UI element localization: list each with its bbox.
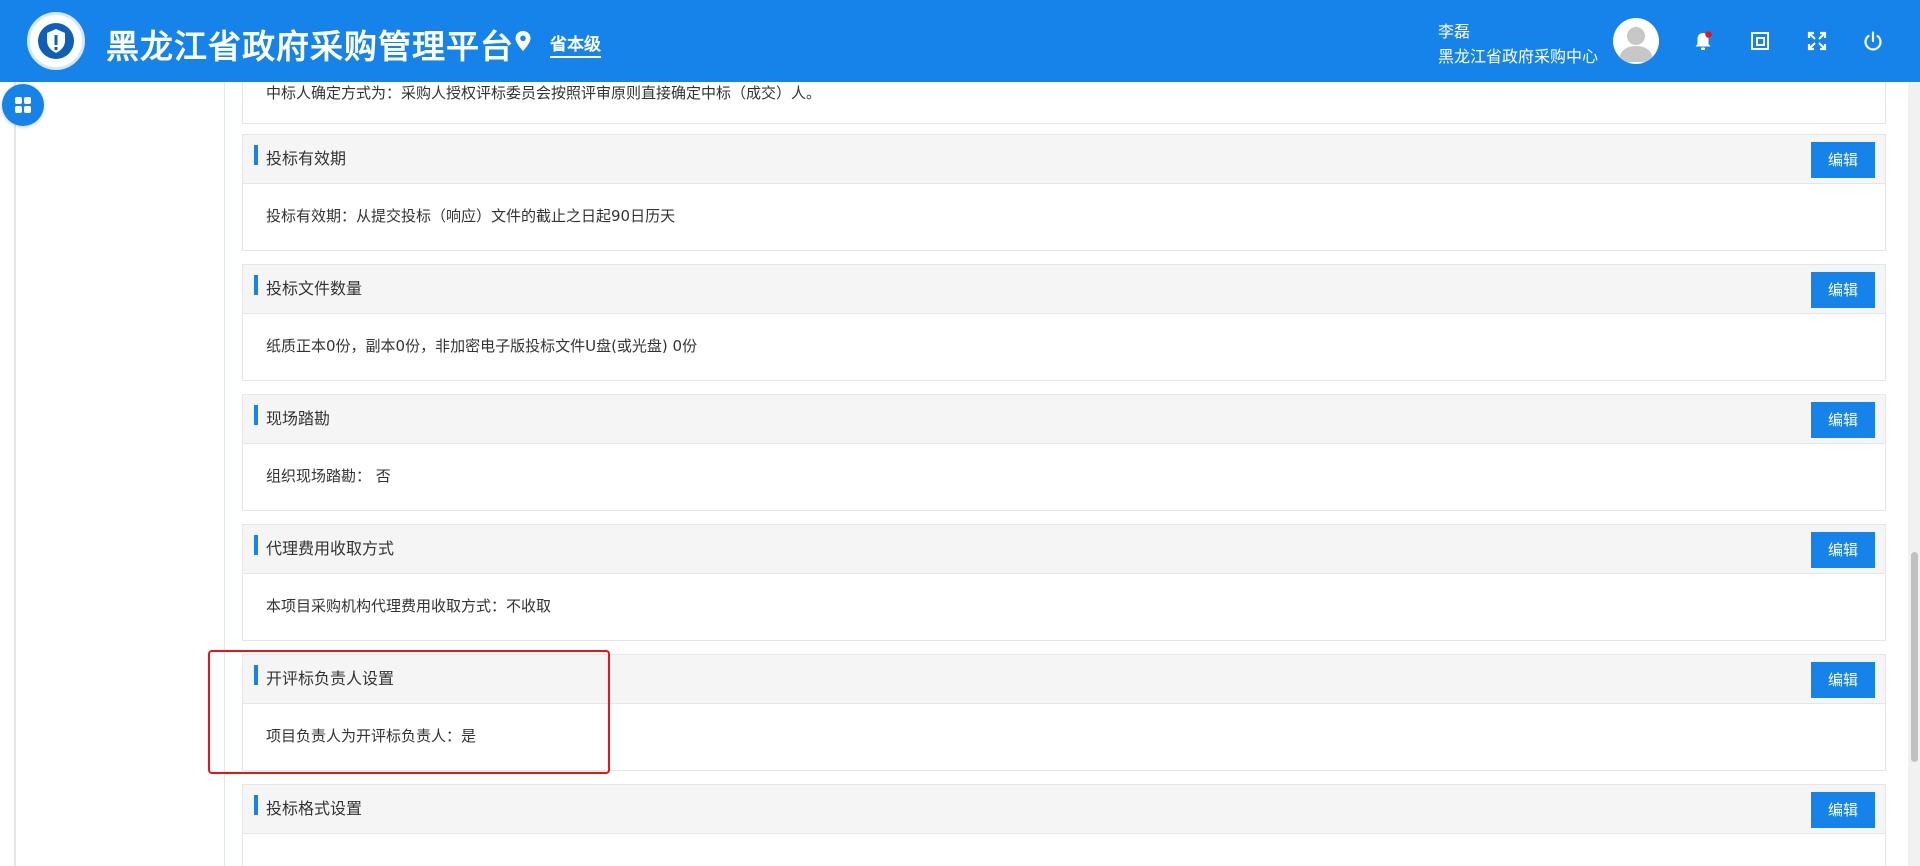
section-accent-bar	[254, 795, 258, 815]
scrollbar-thumb[interactable]	[1911, 552, 1918, 762]
menu-toggle-button[interactable]	[2, 84, 44, 126]
app-title: 黑龙江省政府采购管理平台	[106, 27, 514, 66]
section-header: 代理费用收取方式 编辑	[243, 525, 1885, 574]
edit-button[interactable]: 编辑	[1811, 532, 1875, 568]
highlight-annotation-box	[208, 650, 610, 774]
section-header: 投标有效期 编辑	[243, 135, 1885, 184]
power-icon[interactable]	[1862, 30, 1884, 52]
sidebar	[0, 82, 225, 866]
grid-menu-icon	[15, 97, 31, 113]
window-icon[interactable]	[1749, 30, 1771, 52]
edit-button[interactable]: 编辑	[1811, 272, 1875, 308]
section-title: 投标有效期	[266, 149, 347, 168]
section-accent-bar	[254, 535, 258, 555]
user-organization: 黑龙江省政府采购中心	[1438, 47, 1599, 66]
section-body-text: 本项目采购机构代理费用收取方式：不收取	[266, 597, 552, 615]
section-body-text: 投标有效期：从提交投标（响应）文件的截止之日起90日历天	[266, 207, 676, 225]
edit-button[interactable]: 编辑	[1811, 792, 1875, 828]
section-title: 投标格式设置	[266, 799, 363, 818]
section-header: 现场踏勘 编辑	[243, 395, 1885, 444]
shield-logo-icon	[38, 23, 74, 59]
region-level-link[interactable]: 省本级	[550, 30, 601, 58]
section-header: 投标格式设置 编辑	[243, 785, 1885, 834]
avatar[interactable]	[1613, 18, 1659, 64]
section-body-text: 组织现场踏勘： 否	[266, 467, 391, 485]
location-icon	[515, 31, 531, 51]
section-accent-bar	[254, 145, 258, 165]
user-name: 李磊	[1438, 22, 1471, 41]
section-header: 投标文件数量 编辑	[243, 265, 1885, 314]
section-title: 代理费用收取方式	[266, 539, 395, 558]
section-body-text: 中标人确定方式为：采购人授权评标委员会按照评审原则直接确定中标（成交）人。	[266, 84, 822, 102]
section-site-survey: 现场踏勘 编辑 组织现场踏勘： 否	[242, 394, 1886, 511]
section-accent-bar	[254, 405, 258, 425]
section-agency-fee: 代理费用收取方式 编辑 本项目采购机构代理费用收取方式：不收取	[242, 524, 1886, 641]
sidebar-divider	[14, 82, 16, 866]
section-bid-document-count: 投标文件数量 编辑 纸质正本0份，副本0份，非加密电子版投标文件U盘(或光盘) …	[242, 264, 1886, 381]
section-title: 现场踏勘	[266, 409, 331, 428]
notification-bell-icon[interactable]	[1692, 30, 1714, 52]
edit-button[interactable]: 编辑	[1811, 402, 1875, 438]
platform-logo	[27, 12, 85, 70]
edit-button[interactable]: 编辑	[1811, 662, 1875, 698]
edit-button[interactable]: 编辑	[1811, 142, 1875, 178]
section-bid-validity: 投标有效期 编辑 投标有效期：从提交投标（响应）文件的截止之日起90日历天	[242, 134, 1886, 251]
fullscreen-icon[interactable]	[1806, 30, 1828, 52]
section-body-text: 纸质正本0份，副本0份，非加密电子版投标文件U盘(或光盘) 0份	[266, 337, 698, 355]
section-bid-format: 投标格式设置 编辑	[242, 784, 1886, 866]
section-fragment: 中标人确定方式为：采购人授权评标委员会按照评审原则直接确定中标（成交）人。	[242, 82, 1886, 124]
section-title: 投标文件数量	[266, 279, 363, 298]
section-accent-bar	[254, 275, 258, 295]
top-header: 黑龙江省政府采购管理平台 省本级 李磊 黑龙江省政府采购中心	[0, 0, 1920, 82]
